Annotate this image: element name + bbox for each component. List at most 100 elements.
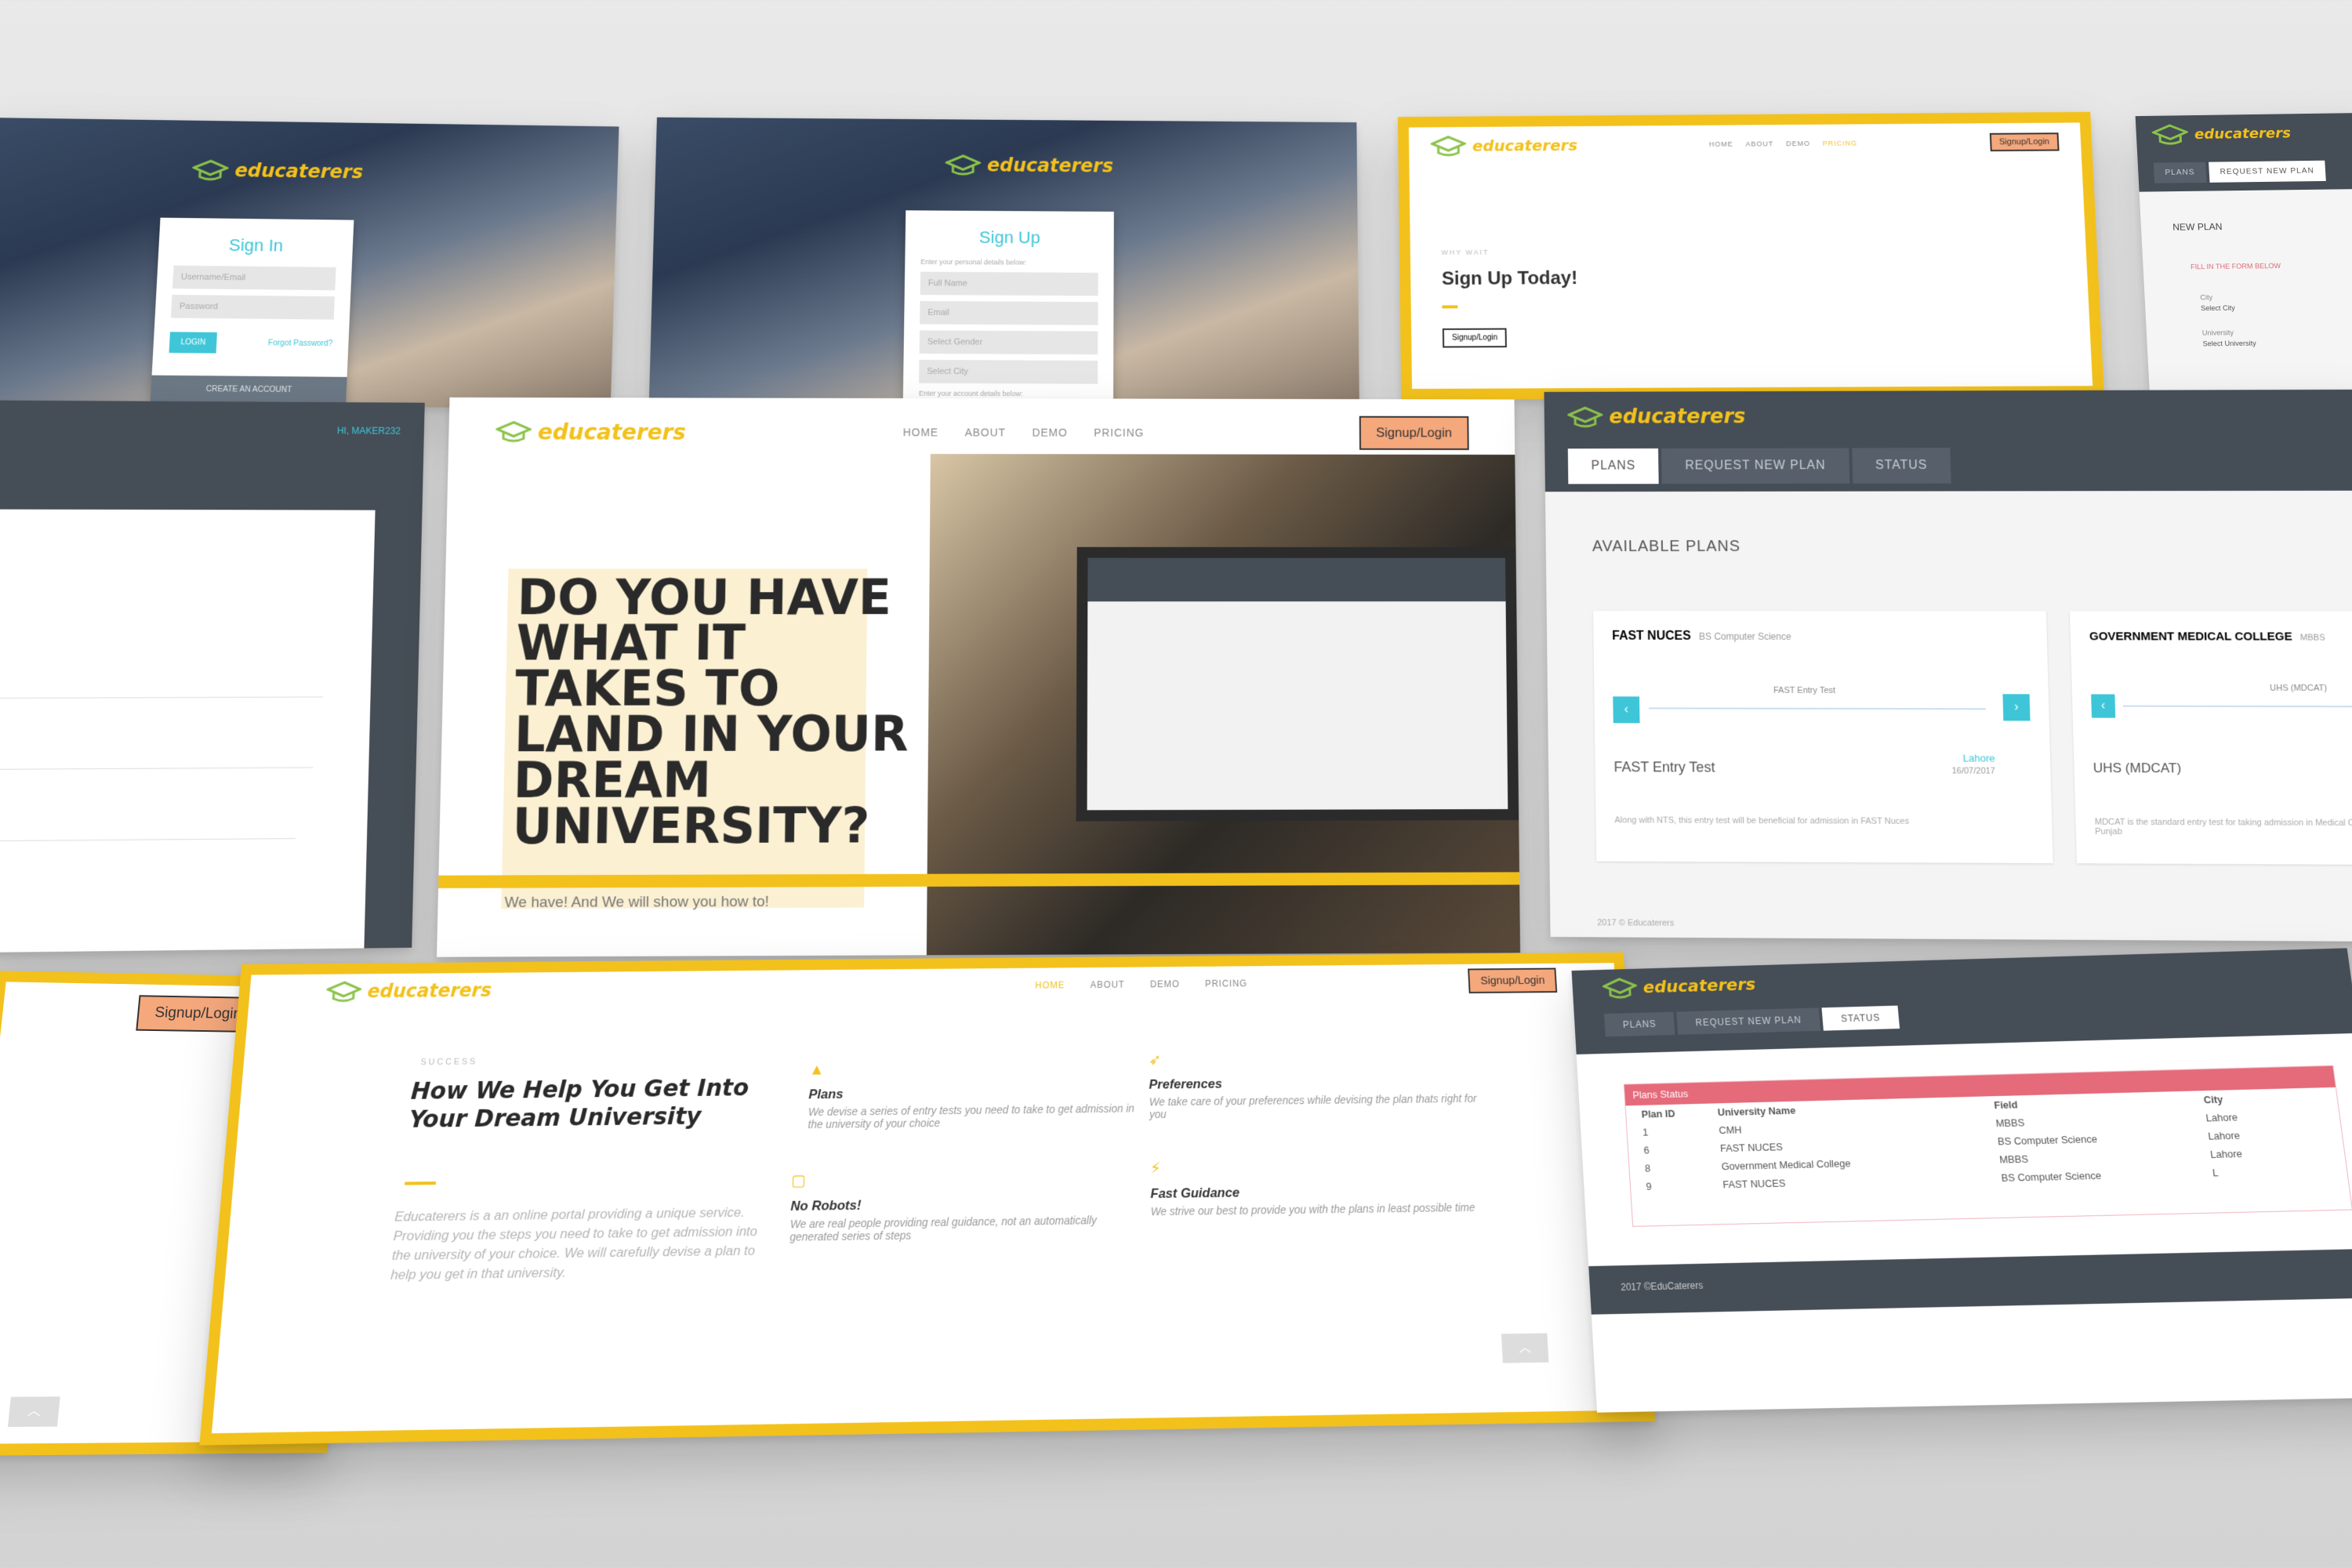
scroll-top-button[interactable]: ︿	[7, 1396, 60, 1428]
brand-logo: educaterers	[1431, 134, 1578, 158]
nav-pricing[interactable]: PRICING	[1823, 140, 1858, 147]
graduation-cap-icon	[2151, 123, 2189, 147]
tab-plans[interactable]: PLANS	[1567, 448, 1660, 485]
nav-pricing[interactable]: PRICING	[1094, 426, 1144, 439]
feature-title: No Robots!	[790, 1197, 862, 1214]
square-icon: ▢	[790, 1172, 807, 1190]
help-kicker: SUCCESS	[420, 1057, 478, 1068]
tab-request-new-plan[interactable]: REQUEST NEW PLAN	[2208, 160, 2326, 183]
help-screen: educaterers HOME ABOUT DEMO PRICING Sign…	[199, 952, 1656, 1446]
feature-preferences: ➶ Preferences We take care of your prefe…	[1149, 1047, 1479, 1120]
nav-demo[interactable]: DEMO	[1786, 140, 1810, 147]
select-line-2[interactable]	[0, 767, 314, 771]
top-nav: HOME ABOUT DEMO PRICING	[1709, 140, 1857, 148]
next-step-button[interactable]: ›	[2002, 694, 2031, 721]
prev-step-button[interactable]: ‹	[1613, 696, 1640, 724]
plan-date: 16/07/2017	[1951, 766, 1996, 776]
nav-about[interactable]: ABOUT	[1091, 979, 1125, 990]
signup-today-title: Sign Up Today!	[1441, 267, 1578, 289]
feature-title: Fast Guidance	[1150, 1185, 1240, 1202]
chevron-up-icon: ︿	[1518, 1341, 1532, 1355]
hero-subtitle: We have! And We will show you how to!	[504, 893, 770, 912]
graduation-cap-icon	[1602, 976, 1638, 1000]
hero-screen: educaterers HOME ABOUT DEMO PRICING Sign…	[437, 397, 1521, 957]
university-select[interactable]: Select University	[2202, 338, 2352, 348]
plan-university: GOVERNMENT MEDICAL COLLEGE	[2089, 630, 2292, 644]
feature-text: We strive our best to provide you with t…	[1150, 1200, 1475, 1218]
plan-field: MBBS	[2299, 633, 2325, 643]
city-select[interactable]: Select City	[919, 359, 1098, 384]
signup-form: Sign Up Enter your personal details belo…	[902, 210, 1114, 405]
city-select[interactable]: Select City	[2201, 303, 2352, 312]
tab-plans[interactable]: PLANS	[2153, 162, 2207, 183]
available-plans-heading: AVAILABLE PLANS	[1592, 538, 1741, 555]
account-details-intro: Enter your account details below:	[918, 389, 1023, 398]
username-field[interactable]: Username/Email	[172, 265, 336, 291]
nav-home[interactable]: HOME	[903, 426, 939, 438]
login-button[interactable]: LOGIN	[169, 332, 218, 354]
graduation-cap-icon	[325, 980, 362, 1004]
scroll-top-button[interactable]: ︿	[1501, 1333, 1549, 1363]
city-label: City	[2200, 293, 2213, 302]
select-line-3[interactable]	[0, 838, 296, 842]
timeline-label: FAST Entry Test	[1773, 685, 1836, 695]
signup-title: Sign Up	[978, 227, 1040, 248]
chevron-left-icon: ‹	[2100, 699, 2106, 713]
nav-pricing[interactable]: PRICING	[1205, 978, 1247, 989]
signup-today-button[interactable]: Signup/Login	[1442, 328, 1508, 348]
signup-login-button[interactable]: Signup/Login	[1989, 132, 2060, 152]
tab-status[interactable]: STATUS	[1851, 448, 1951, 484]
signup-login-button[interactable]: Signup/Login	[1359, 416, 1469, 451]
laptop-screen	[1076, 546, 1519, 822]
plan-city: Lahore	[1962, 752, 1995, 764]
accent-bar	[405, 1181, 437, 1185]
graduation-cap-icon	[191, 158, 229, 182]
signup-screen: educaterers Sign Up Enter your personal …	[648, 117, 1359, 405]
nav-home[interactable]: HOME	[1709, 140, 1733, 148]
tab-plans[interactable]: PLANS	[1604, 1011, 1675, 1037]
nav-about[interactable]: ABOUT	[1745, 140, 1773, 148]
hero-title: DO YOU HAVE WHAT IT TAKES TO LAND IN YOU…	[511, 568, 909, 855]
signup-login-button[interactable]: Signup/Login	[1468, 967, 1558, 994]
user-greeting[interactable]: HI, MAKER232	[337, 425, 401, 436]
chevron-right-icon: ›	[2014, 700, 2019, 714]
bolt-icon: ⚡	[1149, 1160, 1161, 1178]
nav-home[interactable]: HOME	[1035, 979, 1065, 990]
nav-demo[interactable]: DEMO	[1150, 978, 1180, 989]
help-body: Educaterers is a an online portal provid…	[390, 1204, 758, 1283]
tab-request-new-plan[interactable]: REQUEST NEW PLAN	[1676, 1007, 1821, 1035]
feature-text: We are real people providing real guidan…	[789, 1214, 1097, 1243]
brand-logo: educaterers	[1602, 956, 2320, 1000]
top-nav: HOME ABOUT DEMO PRICING	[1035, 978, 1247, 990]
plans-screen: educaterers PLANS REQUEST NEW PLAN STATU…	[1544, 389, 2352, 942]
request-plan-screen: educaterers PLANS REQUEST NEW PLAN NEW P…	[2135, 112, 2352, 400]
tab-request-new-plan[interactable]: REQUEST NEW PLAN	[1661, 448, 1849, 485]
timeline-label: UHS (MDCAT)	[2269, 683, 2328, 693]
footer-copyright: 2017 © Educaterers	[1597, 918, 1675, 928]
email-field[interactable]: Email	[920, 300, 1098, 325]
plan-test-name: UHS (MDCAT)	[2092, 760, 2182, 776]
university-label: University	[2201, 328, 2234, 337]
status-screen: educaterers PLANS REQUEST NEW PLAN STATU…	[1571, 948, 2352, 1413]
plan-card: GOVERNMENT MEDICAL COLLEGE MBBS ‹ UHS (M…	[2069, 611, 2352, 866]
graduation-cap-icon	[1431, 135, 1467, 158]
select-line-1[interactable]	[0, 696, 324, 699]
prev-step-button[interactable]: ‹	[2091, 694, 2116, 718]
tab-status[interactable]: STATUS	[1821, 1005, 1900, 1031]
full-name-field[interactable]: Full Name	[920, 271, 1098, 296]
nav-demo[interactable]: DEMO	[1032, 426, 1067, 439]
plan-university: FAST NUCES	[1612, 629, 1691, 643]
forgot-password-link[interactable]: Forgot Password?	[268, 339, 333, 348]
gender-select[interactable]: Select Gender	[919, 330, 1098, 355]
feature-text: We devise a series of entry tests you ne…	[808, 1102, 1134, 1131]
signin-title: Sign In	[228, 235, 284, 256]
help-title: How We Help You Get Into Your Dream Univ…	[408, 1074, 750, 1134]
plan-test-name: FAST Entry Test	[1613, 759, 1715, 775]
signup-intro: Enter your personal details below:	[920, 257, 1027, 267]
create-account-button[interactable]: CREATE AN ACCOUNT	[150, 375, 347, 405]
nav-about[interactable]: ABOUT	[965, 426, 1007, 439]
status-footer: 2017 ©EduCaterers	[1588, 1248, 2352, 1315]
brand-logo: educaterers	[325, 978, 492, 1003]
password-field[interactable]: Password	[170, 294, 335, 320]
graduation-cap-icon	[495, 420, 532, 444]
